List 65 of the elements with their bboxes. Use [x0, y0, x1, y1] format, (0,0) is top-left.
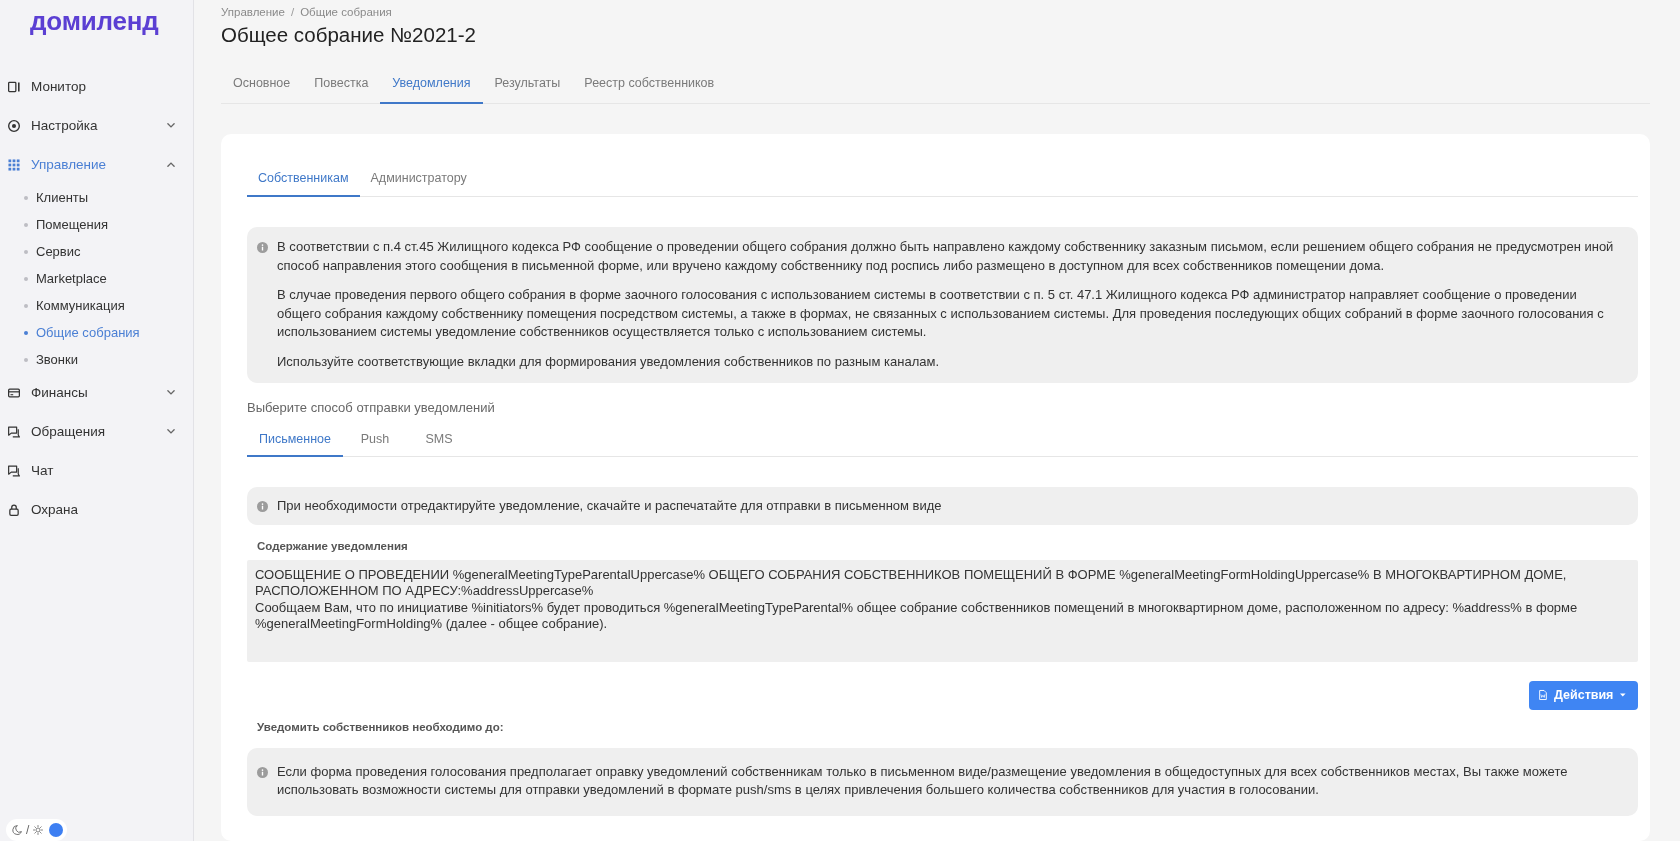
sidebar-subitem[interactable]: Сервис [0, 238, 193, 265]
breadcrumb-separator: / [290, 6, 295, 18]
document-icon [1539, 689, 1547, 701]
sidebar-item[interactable]: Настройка [0, 106, 193, 145]
sidebar-subitem[interactable]: Общие собрания [0, 319, 193, 346]
note-text: Если форма проведения голосования предполагает оправку уведомлений собственникам только в письменном виде/размещение уведомления в общедоступных для всех собственников местах, Вы также можете использовать возможности системы для отправки уведомлений в формате push/sms в целях привлечения большего количества собственников для участия в голосовании. [277, 762, 1569, 799]
chevron-icon [167, 429, 175, 434]
tab[interactable]: Повестка [302, 64, 381, 104]
breadcrumb-current: Общие собрания [300, 6, 392, 18]
dot-icon [24, 330, 28, 335]
section-label: Выберите способ отправки уведомлений [247, 399, 496, 417]
info-icon [257, 501, 268, 512]
tab[interactable]: Push [343, 423, 407, 457]
tab[interactable]: Основное [221, 64, 303, 104]
dot-icon [24, 357, 28, 362]
circle-dot-icon [8, 119, 20, 132]
hint-text: При необходимости отредактируйте уведомление, скачайте и распечатайте для отправки в письменном виде [277, 497, 942, 515]
dot-icon [24, 303, 28, 308]
sun-icon [33, 825, 44, 835]
tab[interactable]: SMS [407, 423, 471, 457]
tab[interactable]: Администратору [359, 160, 478, 197]
field-label: Уведомить собственников необходимо до: [256, 719, 505, 735]
chat-icon [8, 425, 20, 438]
credit-card-icon [8, 386, 20, 399]
logo: домиленд [30, 5, 159, 38]
sidebar-subitem[interactable]: Коммуникация [0, 292, 193, 319]
tab[interactable]: Результаты [482, 64, 573, 104]
dot-icon [24, 276, 28, 281]
sidebar-subitem[interactable]: Клиенты [0, 184, 193, 211]
breadcrumb-link[interactable]: Управление [221, 6, 285, 18]
dot-icon [24, 222, 28, 227]
info-paragraph: Используйте соответствующие вкладки для формирования уведомления собственников по разным каналам. [277, 352, 940, 371]
dot-icon [24, 249, 28, 254]
caret-icon [1620, 693, 1626, 697]
sidebar-subitem[interactable]: Marketplace [0, 265, 193, 292]
info-paragraph: В соответствии с п.4 ст.45 Жилищного кодекса РФ сообщение о проведении общего собрания должно быть направлено каждому собственнику заказным письмом, если решением общего собрания не предусмотрен иной способ направления этого сообщения в письменной форме, или вручено каждому собственнику под роспись либо размещено в доступном для всех собственников помещении дома. [277, 238, 1615, 275]
sidebar-item[interactable]: Финансы [0, 373, 193, 412]
sidebar-subitem[interactable]: Звонки [0, 346, 193, 373]
actions-button[interactable]: Действия [1529, 680, 1638, 710]
moon-icon [12, 825, 22, 835]
tab[interactable]: Реестр собственников [572, 64, 727, 104]
field-label: Содержание уведомления [256, 538, 409, 554]
theme-switch[interactable]: / [6, 819, 68, 841]
sidebar-item[interactable]: Управление [0, 145, 193, 184]
tab[interactable]: Уведомления [380, 64, 483, 104]
sidebar-item[interactable]: Охрана [0, 490, 193, 529]
screen-icon [8, 80, 20, 93]
sidebar-subitem[interactable]: Помещения [0, 211, 193, 238]
dot-icon [24, 195, 28, 200]
lock-icon [8, 503, 20, 516]
info-icon [257, 242, 268, 253]
chat-icon [8, 464, 20, 477]
tab[interactable]: Собственникам [247, 160, 360, 197]
page-title: Общее собрание №2021-2 [221, 22, 477, 48]
sidebar-item[interactable]: Чат [0, 451, 193, 490]
info-icon [257, 766, 268, 778]
notification-text-field[interactable]: СООБЩЕНИЕ О ПРОВЕДЕНИИ %generalMeetingTypeParentalUppercase% ОБЩЕГО СОБРАНИЯ СОБСТВЕННИКОВ ПОМЕЩЕНИЙ В ФОРМЕ %generalMeetingFormHoldingUppercase% В МНОГОКВАРТИРНОМ ДОМЕ, РАСПОЛОЖЕННОМ ПО АДРЕСУ:%addressUppercase% Сообщаем Вам, что по инициативе %initiators% будет проводиться %generalMeetingTypeParental% общее собрание собственников помещений в многоквартирном доме, расположенном по адресу: %address% в форме %generalMeetingFormHolding% (далее - общее собрание). [247, 559, 1638, 662]
chevron-icon [167, 123, 175, 128]
sidebar-item[interactable]: Обращения [0, 412, 193, 451]
grid-icon [8, 158, 20, 171]
sidebar-item[interactable]: Монитор [0, 67, 193, 106]
tab[interactable]: Письменное [247, 423, 343, 457]
info-paragraph: В случае проведения первого общего собрания в форме заочного голосования с использованием системы в соответствии с п. 5 ст. 47.1 Жилищного кодекса РФ администратор направляет сообщение о проведении общего собрания каждому собственнику помещения посредством системы, а также в формах, не связанных с использованием системы. Для проведения последующих общих собраний в форме заочного голосования с использованием системы уведомление собственников осуществляется только с использованием системы. [277, 286, 1605, 341]
chevron-icon [167, 162, 175, 167]
chevron-icon [167, 390, 175, 395]
